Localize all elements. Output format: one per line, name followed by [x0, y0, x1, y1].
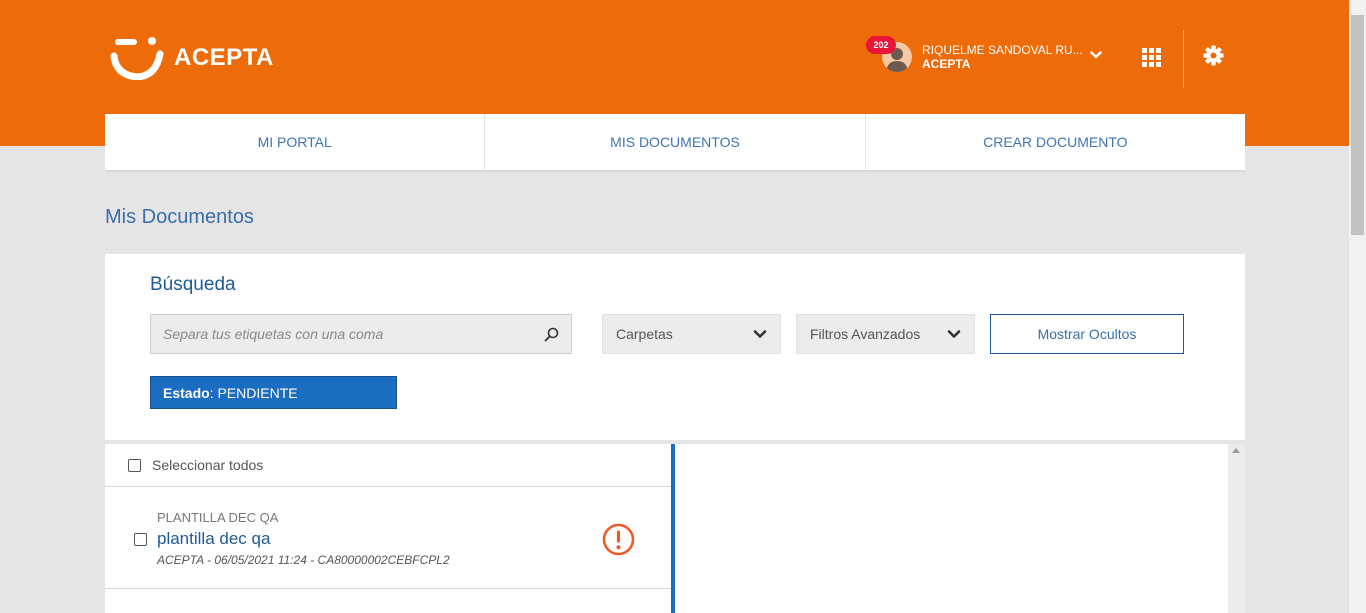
search-title: Búsqueda — [150, 274, 236, 295]
document-checkbox[interactable] — [134, 533, 147, 546]
document-detail-panel — [675, 444, 1228, 613]
tags-search-field[interactable] — [150, 314, 572, 354]
advanced-filters-label: Filtros Avanzados — [810, 326, 921, 342]
search-panel: Búsqueda Carpetas Filtros Avanzados Most… — [105, 254, 1245, 440]
tags-input[interactable] — [163, 326, 544, 342]
folders-select[interactable]: Carpetas — [602, 314, 781, 354]
tab-crear-documento[interactable]: CREAR DOCUMENTO — [866, 114, 1245, 170]
notification-badge[interactable]: 202 — [866, 36, 896, 54]
select-all-row[interactable]: Seleccionar todos — [105, 444, 671, 487]
search-icon[interactable] — [544, 327, 559, 342]
gear-icon[interactable] — [1203, 45, 1224, 66]
folders-select-label: Carpetas — [616, 326, 673, 342]
documents-list: Seleccionar todos PLANTILLA DEC QA plant… — [105, 444, 671, 613]
detail-scrollbar[interactable] — [1228, 444, 1245, 613]
filter-key: Estado — [163, 384, 210, 401]
active-filter-tag[interactable]: Estado: PENDIENTE — [150, 376, 397, 409]
alert-circle-icon — [602, 523, 635, 556]
header-divider — [1183, 30, 1184, 88]
scroll-up-icon[interactable] — [1232, 448, 1240, 453]
document-template: PLANTILLA DEC QA — [157, 510, 279, 525]
acepta-logo-icon — [110, 37, 164, 80]
main-nav: MI PORTAL MIS DOCUMENTOS CREAR DOCUMENTO — [105, 114, 1245, 172]
select-all-label: Seleccionar todos — [152, 457, 264, 473]
list-item[interactable]: PLANTILLA DEC QA plantilla dec qa ACEPTA… — [105, 487, 671, 589]
document-title[interactable]: plantilla dec qa — [157, 529, 270, 549]
chevron-down-icon[interactable] — [1090, 50, 1102, 60]
advanced-filters-select[interactable]: Filtros Avanzados — [796, 314, 975, 354]
show-hidden-button[interactable]: Mostrar Ocultos — [990, 314, 1184, 354]
user-organization: ACEPTA — [922, 57, 971, 71]
user-menu[interactable]: 202 RIQUELME SANDOVAL RU... ACEPTA — [866, 36, 1116, 76]
user-name: RIQUELME SANDOVAL RU... — [922, 43, 1083, 57]
brand-logo[interactable]: ACEPTA — [110, 36, 274, 80]
page-scrollbar[interactable] — [1349, 0, 1366, 613]
page-title: Mis Documentos — [105, 206, 254, 228]
tab-mis-documentos[interactable]: MIS DOCUMENTOS — [485, 114, 866, 170]
tab-mi-portal[interactable]: MI PORTAL — [105, 114, 486, 170]
chevron-down-icon — [947, 330, 961, 338]
brand-name: ACEPTA — [174, 44, 274, 71]
select-all-checkbox[interactable] — [128, 458, 141, 472]
chevron-down-icon — [753, 330, 767, 338]
document-meta: ACEPTA - 06/05/2021 11:24 - CA80000002CE… — [157, 553, 450, 567]
apps-grid-icon[interactable] — [1142, 48, 1161, 67]
page-scrollbar-thumb[interactable] — [1351, 15, 1364, 235]
filter-value: : PENDIENTE — [209, 384, 298, 401]
